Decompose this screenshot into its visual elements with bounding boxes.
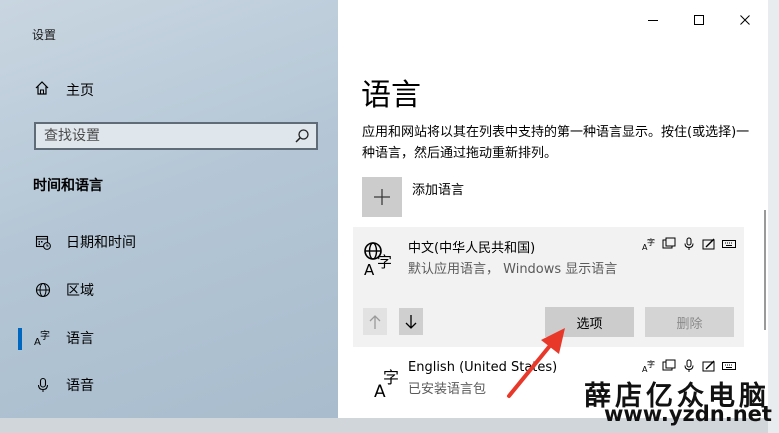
window-controls <box>630 14 768 50</box>
globe-icon <box>33 280 53 300</box>
close-button[interactable] <box>722 14 768 50</box>
background-strip <box>768 0 779 433</box>
page-description: 应用和网站将以其在列表中支持的第一种语言显示。按住(或选择)一种语言，然后通过拖… <box>362 125 750 161</box>
move-up-button[interactable] <box>363 308 387 335</box>
sidebar-item-label: 语音 <box>66 378 94 394</box>
move-down-button[interactable] <box>399 308 423 335</box>
keyboard-icon <box>722 359 736 373</box>
maximize-icon <box>694 15 704 25</box>
language-icon: A 字 <box>363 363 399 402</box>
calendar-clock-icon <box>33 232 53 252</box>
minimize-icon <box>648 20 658 21</box>
settings-window: 设置 主页 时间和语言 日期和时间 区域 <box>0 0 768 418</box>
language-features: A字 <box>642 237 736 251</box>
sidebar-item-language[interactable]: A字 语言 <box>0 318 338 358</box>
speech-recognition-icon <box>682 237 696 251</box>
display-language-icon: A字 <box>642 237 656 251</box>
plus-icon <box>362 177 402 217</box>
sidebar-item-region[interactable]: 区域 <box>0 270 338 310</box>
search-input[interactable] <box>36 127 288 145</box>
display-language-icon: A字 <box>642 359 656 373</box>
sidebar: 设置 主页 时间和语言 日期和时间 区域 <box>0 0 338 418</box>
arrow-up-icon <box>369 314 381 329</box>
handwriting-icon <box>702 237 716 251</box>
text-to-speech-icon <box>662 237 676 251</box>
watermark-url: www.yzdn.net <box>604 402 772 426</box>
remove-button[interactable]: 删除 <box>645 307 734 337</box>
minimize-button[interactable] <box>630 14 676 50</box>
language-icon: A字 <box>33 328 53 348</box>
svg-text:A: A <box>364 261 375 277</box>
selection-indicator <box>18 328 22 350</box>
page-title: 语言 <box>361 78 421 113</box>
handwriting-icon <box>702 359 716 373</box>
nav-home-label: 主页 <box>66 83 94 99</box>
svg-text:字: 字 <box>383 368 399 387</box>
svg-text:字: 字 <box>40 329 50 342</box>
keyboard-icon <box>722 237 736 251</box>
search-icon[interactable] <box>288 124 316 148</box>
close-icon <box>740 15 750 25</box>
home-icon <box>34 80 50 100</box>
scrollbar[interactable] <box>764 210 766 330</box>
language-name: 中文(中华人民共和国) <box>408 241 536 256</box>
svg-text:字: 字 <box>377 253 392 271</box>
nav-home[interactable]: 主页 <box>34 80 94 100</box>
add-language-label: 添加语言 <box>412 183 465 198</box>
svg-text:字: 字 <box>647 359 655 369</box>
text-to-speech-icon <box>662 359 676 373</box>
sidebar-item-label: 语言 <box>66 331 94 347</box>
svg-text:字: 字 <box>647 237 655 247</box>
sidebar-item-label: 区域 <box>66 283 94 299</box>
microphone-icon <box>33 375 53 395</box>
add-language-button[interactable]: 添加语言 <box>362 177 464 217</box>
app-title: 设置 <box>32 28 57 42</box>
speech-recognition-icon <box>682 359 696 373</box>
section-title: 时间和语言 <box>33 178 103 194</box>
sidebar-item-label: 日期和时间 <box>66 235 136 251</box>
language-subtitle: 已安装语言包 <box>408 382 487 397</box>
callout-arrow-icon <box>507 328 565 398</box>
sidebar-item-speech[interactable]: 语音 <box>0 365 338 405</box>
language-globe-icon: A 字 <box>363 241 399 279</box>
search-box[interactable] <box>34 122 318 150</box>
arrow-down-icon <box>405 314 417 329</box>
sidebar-item-date-time[interactable]: 日期和时间 <box>0 222 338 262</box>
language-subtitle: 默认应用语言， Windows 显示语言 <box>408 262 618 277</box>
maximize-button[interactable] <box>676 14 722 50</box>
language-features: A字 <box>642 359 736 373</box>
